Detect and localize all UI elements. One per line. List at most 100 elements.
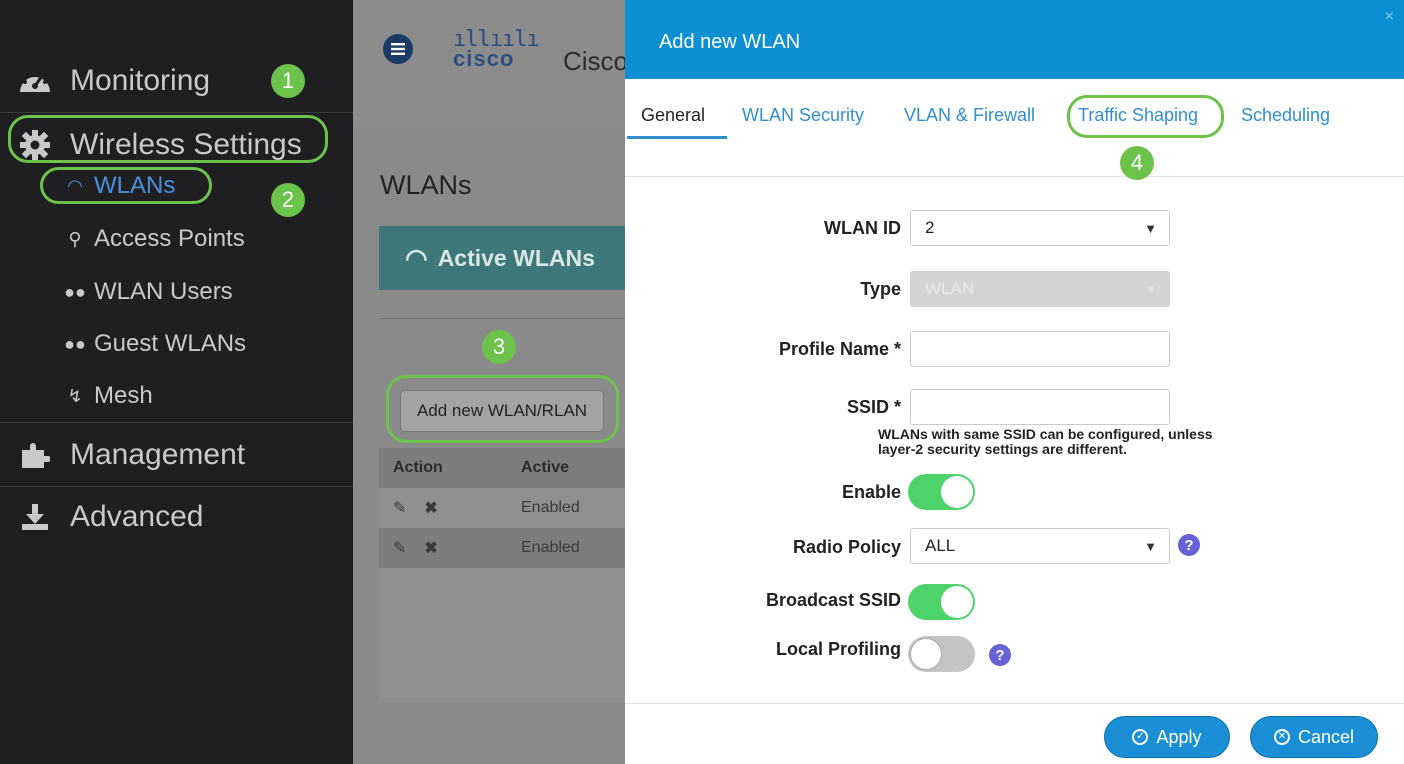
add-wlan-dialog: Add new WLAN × General WLAN Security VLA… [625, 0, 1404, 764]
active-wlans-label: Active WLANs [437, 244, 595, 271]
divider [379, 318, 625, 319]
radio-policy-select[interactable]: ALL ▼ [910, 528, 1170, 564]
wlan-table: Action Active ✎ ✖ Enabled ✎ ✖ Enabled [379, 448, 625, 702]
broadcast-ssid-toggle[interactable] [908, 584, 975, 620]
wlan-id-label: WLAN ID [824, 218, 901, 238]
sidebar-item-mesh[interactable]: ↯ Mesh [62, 382, 153, 410]
divider [0, 486, 353, 487]
wlan-id-value: 2 [925, 218, 935, 237]
caret-down-icon: ▼ [1144, 220, 1157, 236]
callout-wireless-settings [8, 115, 328, 163]
callout-traffic-shaping [1067, 95, 1224, 138]
nav-advanced[interactable]: Advanced [0, 500, 353, 534]
local-profiling-label: Local Profiling [775, 639, 901, 659]
sidebar-item-label: Mesh [94, 382, 153, 409]
users-icon: ●● [64, 333, 86, 354]
edit-icon[interactable]: ✎ [393, 498, 406, 518]
callout-badge: 4 [1120, 146, 1154, 180]
ssid-hint-line: layer-2 security settings are different. [878, 441, 1127, 457]
delete-icon[interactable]: ✖ [424, 498, 437, 518]
users-icon: ●● [64, 281, 86, 302]
tab-wlan-security[interactable]: WLAN Security [742, 105, 864, 126]
tab-vlan-firewall[interactable]: VLAN & Firewall [904, 105, 1035, 126]
table-header: Action Active [379, 448, 625, 488]
nav-monitoring-label: Monitoring [70, 64, 211, 97]
close-circle-icon: ✕ [1273, 729, 1290, 745]
main-page: ıllıılı cisco Cisco WLANs ◠ Active WLANs… [353, 0, 625, 764]
local-profiling-toggle[interactable] [908, 636, 975, 672]
dialog-tabs: General WLAN Security VLAN & Firewall Tr… [625, 79, 1404, 180]
callout-add-button [386, 375, 619, 443]
delete-icon[interactable]: ✖ [424, 538, 437, 558]
sidebar-item-label: Access Points [94, 225, 245, 252]
cancel-button[interactable]: ✕ Cancel [1250, 716, 1378, 758]
divider [0, 112, 353, 113]
apply-label: Apply [1156, 726, 1202, 747]
nav-management-label: Management [70, 438, 246, 471]
dashboard-icon [12, 66, 58, 96]
sidebar-item-wlan-users[interactable]: ●● WLAN Users [62, 278, 233, 306]
access-point-icon: ⚲ [68, 228, 82, 249]
cisco-logo-word: cisco [453, 46, 515, 71]
sidebar-item-access-points[interactable]: ⚲ Access Points [62, 225, 245, 253]
toggle-knob [910, 638, 942, 670]
divider [0, 422, 353, 423]
puzzle-icon [12, 440, 58, 470]
radio-policy-label: Radio Policy [792, 537, 901, 557]
table-row: ✎ ✖ Enabled [379, 528, 625, 568]
wifi-icon: ◠ [405, 242, 428, 273]
toggle-knob [941, 586, 973, 618]
callout-badge: 3 [482, 330, 516, 364]
table-empty-area [379, 568, 625, 702]
help-icon[interactable]: ? [989, 644, 1011, 666]
wlan-id-select[interactable]: 2 ▼ [910, 210, 1170, 246]
bolt-icon: ↯ [67, 385, 83, 406]
tab-scheduling[interactable]: Scheduling [1241, 105, 1330, 126]
download-icon [12, 502, 58, 532]
sidebar-item-label: WLAN Users [94, 278, 233, 305]
type-select: WLAN ▼ [910, 271, 1170, 307]
ssid-hint: WLANs with same SSID can be configured, … [878, 427, 1298, 457]
profile-name-label: Profile Name * [778, 339, 901, 359]
column-header: Active [521, 459, 570, 476]
callout-badge: 2 [271, 183, 305, 217]
enable-label: Enable [841, 482, 901, 502]
broadcast-ssid-label: Broadcast SSID [765, 590, 901, 610]
type-label: Type [860, 279, 901, 299]
close-icon[interactable]: × [1385, 8, 1394, 26]
cisco-logo: ıllıılı cisco [453, 29, 540, 71]
help-icon[interactable]: ? [1178, 534, 1200, 556]
cancel-label: Cancel [1297, 726, 1355, 747]
caret-down-icon: ▼ [1144, 281, 1157, 297]
tab-general[interactable]: General [641, 105, 705, 126]
sidebar-item-guest-wlans[interactable]: ●● Guest WLANs [62, 330, 246, 358]
top-bar: ıllıılı cisco Cisco [353, 0, 625, 128]
sidebar: Monitoring Wireless Settings ◠ WLANs ⚲ A… [0, 0, 353, 764]
column-header: Action [393, 459, 443, 476]
menu-icon[interactable] [383, 34, 413, 64]
dialog-header: Add new WLAN × [625, 0, 1404, 79]
ssid-input[interactable] [910, 389, 1170, 425]
nav-advanced-label: Advanced [70, 500, 204, 533]
nav-management[interactable]: Management [0, 438, 353, 472]
active-wlans-header: ◠ Active WLANs [379, 226, 625, 290]
radio-policy-value: ALL [925, 536, 956, 555]
divider [625, 703, 1404, 704]
caret-down-icon: ▼ [1144, 538, 1157, 554]
callout-badge: 1 [271, 64, 305, 98]
ssid-hint-line: WLANs with same SSID can be configured, … [878, 426, 1213, 442]
check-circle-icon: ✓ [1132, 729, 1149, 745]
enable-toggle[interactable] [908, 474, 975, 510]
content-area: WLANs ◠ Active WLANs Add new WLAN/RLAN A… [353, 128, 625, 764]
active-tab-indicator [627, 136, 727, 139]
edit-icon[interactable]: ✎ [393, 538, 406, 558]
callout-wlans [40, 167, 212, 204]
sidebar-item-label: Guest WLANs [94, 330, 247, 357]
ssid-label: SSID * [846, 397, 901, 417]
app-title: Cisco [563, 46, 625, 76]
apply-button[interactable]: ✓ Apply [1104, 716, 1230, 758]
profile-name-input[interactable] [910, 331, 1170, 367]
table-row: ✎ ✖ Enabled [379, 488, 625, 528]
page-title: WLANs [380, 170, 472, 200]
dialog-title: Add new WLAN [659, 31, 801, 53]
